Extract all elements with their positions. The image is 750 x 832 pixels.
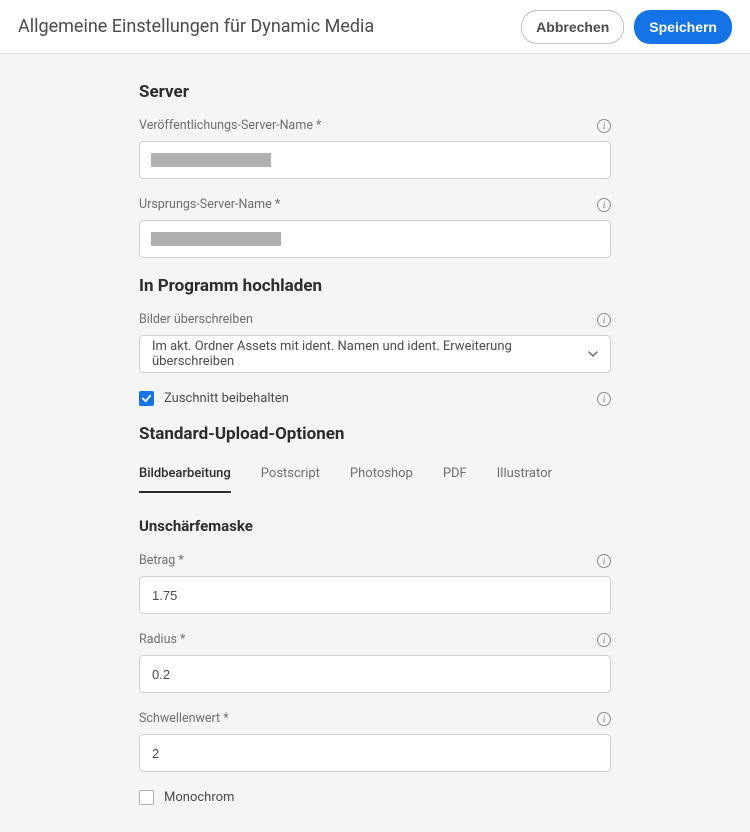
amount-input[interactable] <box>139 576 611 614</box>
origin-server-name-label: Ursprungs-Server-Name * <box>139 197 280 212</box>
preserve-crop-checkbox[interactable] <box>139 391 154 406</box>
main-scroll[interactable]: Server Veröffentlichungs-Server-Name * i… <box>0 54 750 832</box>
subsection-unsharp-mask: Unschärfemaske <box>139 517 611 535</box>
page-title: Allgemeine Einstellungen für Dynamic Med… <box>18 16 374 37</box>
overwrite-images-selected: Im akt. Ordner Assets mit ident. Namen u… <box>152 339 588 369</box>
redacted-block <box>151 232 281 246</box>
info-icon[interactable]: i <box>597 712 611 726</box>
tab-postscript[interactable]: Postscript <box>261 466 320 493</box>
info-icon[interactable]: i <box>597 633 611 647</box>
field-overwrite-images: Bilder überschreiben i Im akt. Ordner As… <box>139 312 611 373</box>
section-upload-title: In Programm hochladen <box>139 276 611 296</box>
redacted-block <box>151 153 271 167</box>
publish-server-name-label: Veröffentlichungs-Server-Name * <box>139 118 321 133</box>
info-icon[interactable]: i <box>597 313 611 327</box>
field-publish-server-name: Veröffentlichungs-Server-Name * i <box>139 118 611 179</box>
save-button[interactable]: Speichern <box>634 10 732 44</box>
check-icon <box>141 393 152 404</box>
tab-pdf[interactable]: PDF <box>443 466 467 493</box>
field-monochrome: Monochrom <box>139 790 611 805</box>
monochrome-checkbox[interactable] <box>139 790 154 805</box>
section-defaults-title: Standard-Upload-Optionen <box>139 424 611 444</box>
tab-image-editing[interactable]: Bildbearbeitung <box>139 466 231 493</box>
header-actions: Abbrechen Speichern <box>521 10 732 44</box>
section-server-title: Server <box>139 82 611 102</box>
preserve-crop-label: Zuschnitt beibehalten <box>164 391 289 406</box>
chevron-down-icon <box>588 349 598 359</box>
field-threshold: Schwellenwert * i <box>139 711 611 772</box>
amount-label: Betrag * <box>139 553 184 568</box>
field-amount: Betrag * i <box>139 553 611 614</box>
info-icon[interactable]: i <box>597 392 611 406</box>
overwrite-images-select[interactable]: Im akt. Ordner Assets mit ident. Namen u… <box>139 335 611 373</box>
tab-photoshop[interactable]: Photoshop <box>350 466 413 493</box>
cancel-button[interactable]: Abbrechen <box>521 10 624 44</box>
top-bar: Allgemeine Einstellungen für Dynamic Med… <box>0 0 750 54</box>
monochrome-label: Monochrom <box>164 790 234 805</box>
radius-label: Radius * <box>139 632 185 647</box>
tab-illustrator[interactable]: Illustrator <box>497 466 552 493</box>
field-radius: Radius * i <box>139 632 611 693</box>
overwrite-images-label: Bilder überschreiben <box>139 312 253 327</box>
radius-input[interactable] <box>139 655 611 693</box>
content-column: Server Veröffentlichungs-Server-Name * i… <box>139 82 611 805</box>
threshold-input[interactable] <box>139 734 611 772</box>
field-preserve-crop: Zuschnitt beibehalten i <box>139 391 611 406</box>
info-icon[interactable]: i <box>597 554 611 568</box>
threshold-label: Schwellenwert * <box>139 711 229 726</box>
info-icon[interactable]: i <box>597 119 611 133</box>
upload-defaults-tabs: Bildbearbeitung Postscript Photoshop PDF… <box>139 466 611 493</box>
info-icon[interactable]: i <box>597 198 611 212</box>
field-origin-server-name: Ursprungs-Server-Name * i <box>139 197 611 258</box>
